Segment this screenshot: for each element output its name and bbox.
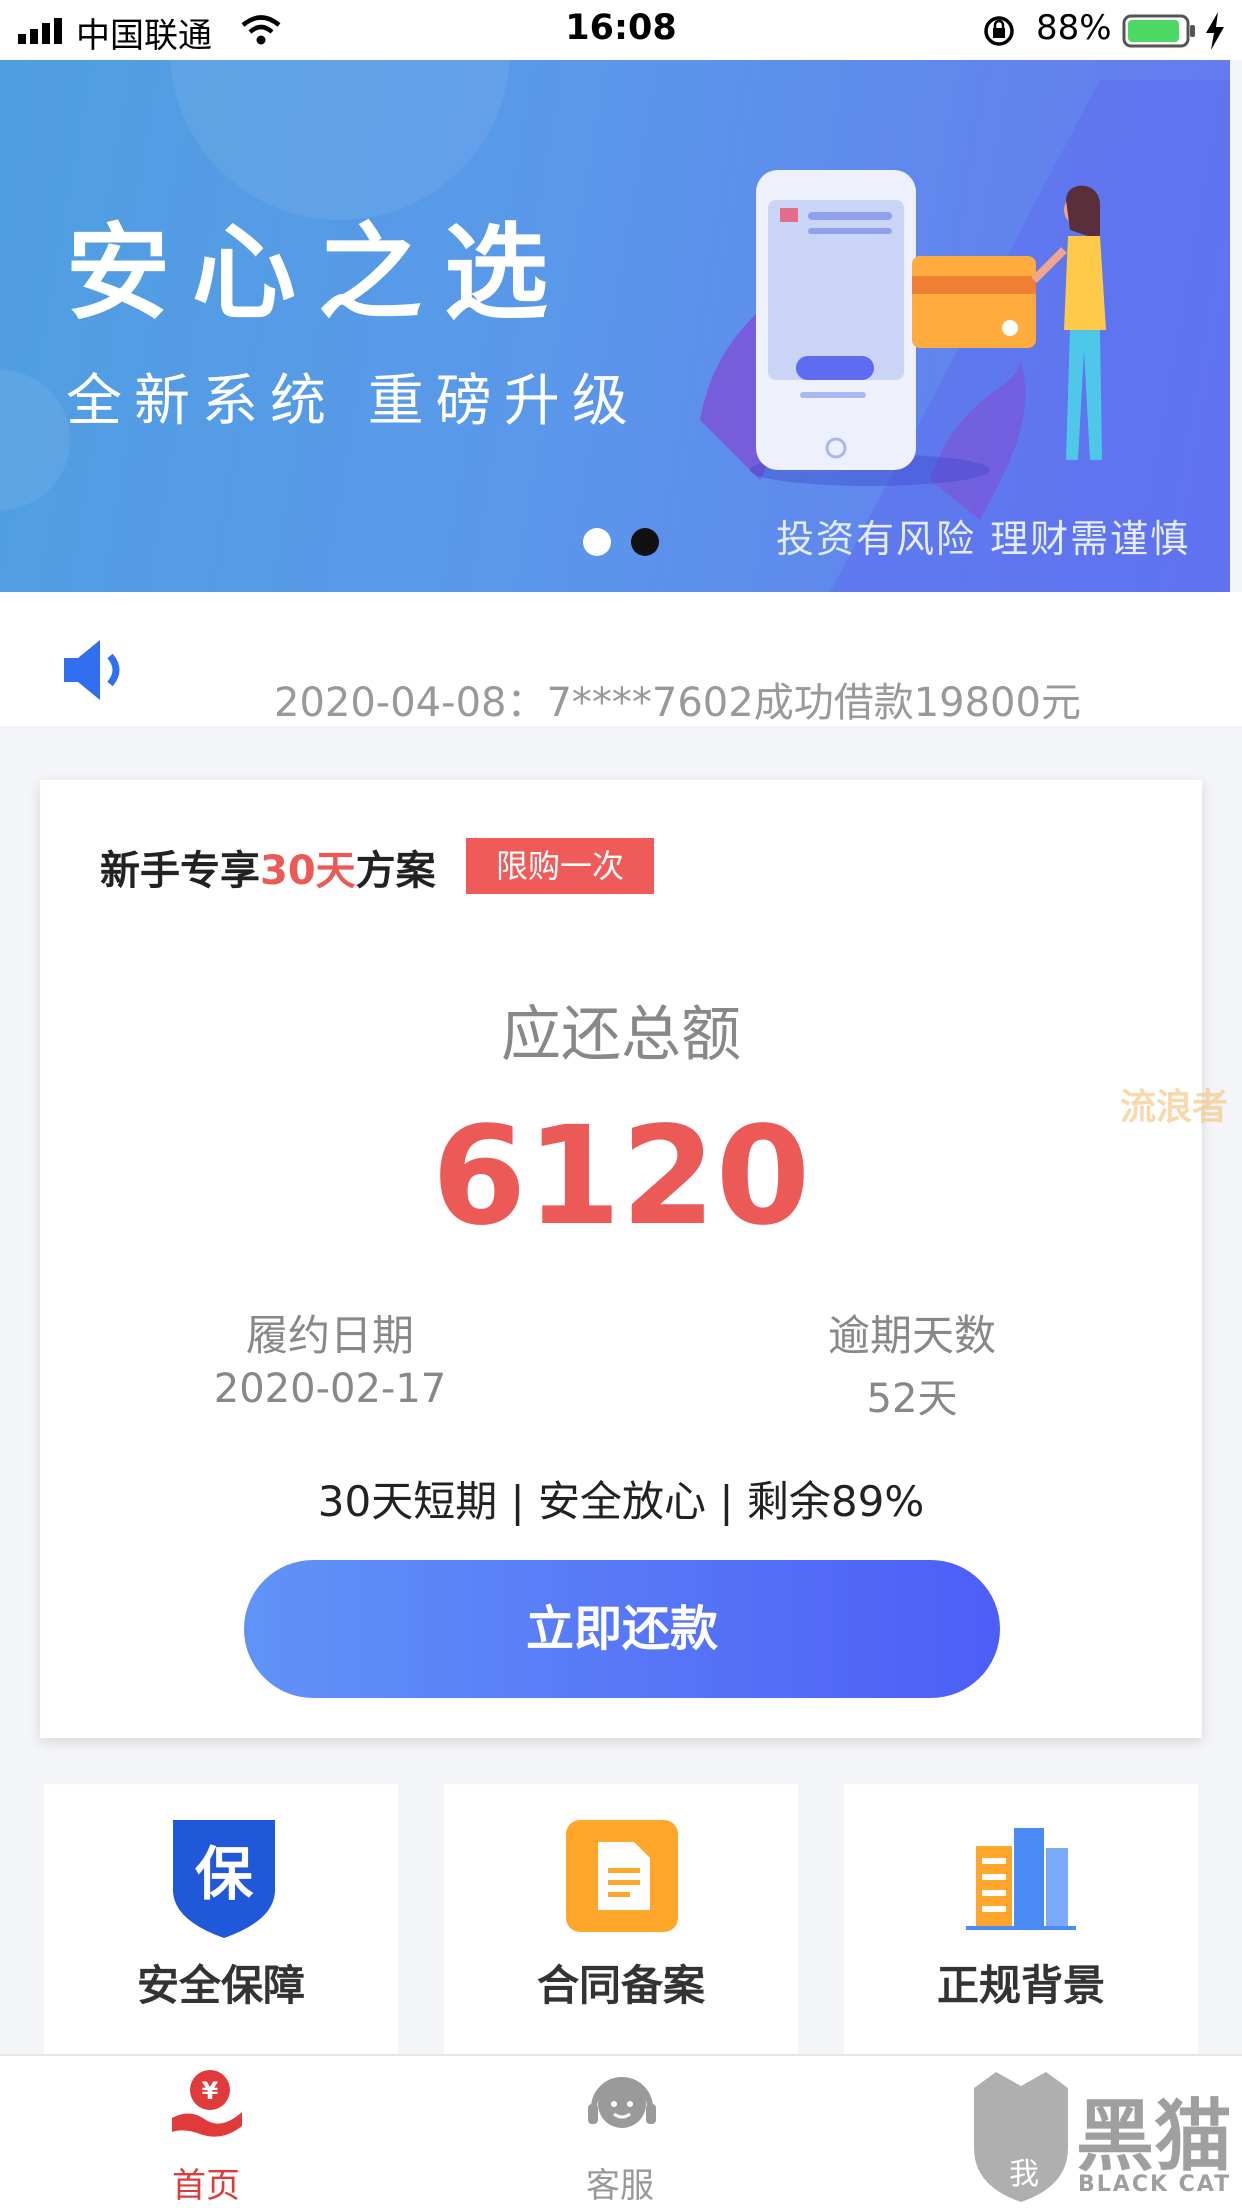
building-icon — [966, 1828, 1076, 1930]
tab-label-home: 首页 — [172, 2166, 240, 2206]
tab-customer-service[interactable]: 客服 — [520, 2064, 720, 2206]
overdue-value: 52天 — [866, 1376, 958, 1422]
carousel-dot-2-active[interactable] — [631, 528, 659, 556]
banner-subtitle: 全新系统 重磅升级 — [66, 369, 640, 434]
banner-title: 安心之选 — [66, 212, 571, 334]
plan-title-prefix: 新手专享 — [100, 848, 260, 894]
customer-service-icon — [588, 2077, 656, 2128]
shield-icon: 保 — [173, 1820, 275, 1938]
total-value: 6120 — [431, 1098, 811, 1256]
overdue-label: 逾期天数 — [827, 1311, 996, 1360]
blackcat-mark-text: 我 — [1009, 2157, 1039, 2192]
feature-contract[interactable]: 合同备案 — [444, 1784, 798, 2054]
orientation-lock-icon — [984, 16, 1014, 46]
notice-text: 2020-04-08：7****7602成功借款19800元 — [274, 680, 1081, 726]
plan-title-highlight: 30天 — [260, 848, 356, 894]
risk-notice: 投资有风险 理财需谨慎 — [776, 517, 1191, 561]
feature-background[interactable]: 正规背景 — [844, 1784, 1198, 2054]
limit-badge: 限购一次 — [466, 838, 654, 894]
battery-percent: 88% — [1036, 8, 1112, 48]
due-date-label: 履约日期 — [245, 1311, 414, 1360]
shield-icon-text: 保 — [195, 1840, 254, 1908]
battery-icon — [1122, 14, 1195, 48]
promo-banner[interactable]: 安心之选 全新系统 重磅升级 投资有风险 理财需谨慎 — [0, 60, 1230, 592]
repay-now-button[interactable]: 立即还款 — [244, 1560, 1000, 1698]
total-label: 应还总额 — [501, 1000, 741, 1070]
feature-label: 正规背景 — [936, 1961, 1105, 2010]
tab-label-service: 客服 — [586, 2166, 654, 2206]
plan-title-suffix: 方案 — [355, 848, 436, 894]
plan-tagline: 30天短期 | 安全放心 | 剩余89% — [317, 1477, 925, 1526]
charging-bolt-icon — [1206, 12, 1224, 50]
blackcat-watermark: 我 黑猫 BLACK CAT — [966, 2064, 1242, 2208]
feature-security[interactable]: 保 安全保障 — [44, 1784, 398, 2054]
plan-title: 新手专享30天方案 — [100, 838, 436, 896]
speaker-icon — [64, 640, 120, 700]
blackcat-brand-cn: 黑猫 — [1076, 2092, 1233, 2182]
due-date-value: 2020-02-17 — [213, 1366, 447, 1412]
feature-label: 合同备案 — [536, 1961, 705, 2010]
blackcat-brand-en: BLACK CAT — [1078, 2172, 1232, 2197]
tab-home[interactable]: ¥ 首页 — [106, 2064, 306, 2206]
home-yuan-icon: ¥ — [172, 2070, 242, 2137]
side-watermark: 流浪者 — [1120, 1087, 1229, 1128]
status-bar: 中国联通 16:08 88% — [0, 0, 1242, 60]
blackcat-shield-icon: 我 — [974, 2072, 1068, 2202]
carousel-dot-1[interactable] — [583, 528, 611, 556]
document-icon — [566, 1820, 678, 1932]
feature-label: 安全保障 — [136, 1961, 305, 2010]
home-yuan-icon-text: ¥ — [202, 2077, 219, 2105]
